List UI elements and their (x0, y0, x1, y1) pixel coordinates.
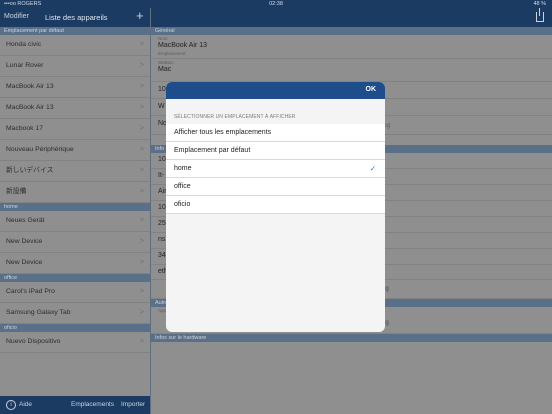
device-name: Honda civic (6, 41, 42, 48)
chevron-right-icon: > (139, 188, 144, 195)
ok-button[interactable]: OK (366, 86, 377, 93)
field-value: MacBook Air 13 (158, 42, 208, 49)
section-header-hardware: Infos sur le hardware (151, 334, 552, 342)
status-field[interactable]: Statistic Mac (151, 59, 552, 82)
left-navigation-bar: Modifier Liste des appareils + (0, 8, 150, 27)
section-header-oficio: oficio (0, 324, 150, 332)
device-name: Lunar Rover (6, 62, 44, 69)
chevron-right-icon: > (139, 83, 144, 90)
location-option[interactable]: oficio (166, 196, 385, 214)
device-name: Nuevo Dispositivo (6, 338, 61, 345)
chevron-right-icon: > (139, 288, 144, 295)
import-button[interactable]: Importer (121, 401, 145, 408)
chevron-right-icon: > (139, 238, 144, 245)
plus-icon[interactable]: + (136, 9, 144, 22)
chevron-right-icon: > (139, 167, 144, 174)
help-button[interactable]: Aide (19, 401, 32, 408)
device-name: Samsung Galaxy Tab (6, 309, 71, 316)
option-label: Afficher tous les emplacements (174, 129, 272, 136)
left-toolbar: i Aide Emplacements Importer (0, 396, 150, 414)
chevron-right-icon: > (139, 104, 144, 111)
device-list-title: Liste des appareils (45, 13, 108, 22)
location-picker-dialog: OK SÉLECTIONNER UN EMPLACEMENT À AFFICHE… (166, 82, 385, 332)
battery-level: 48 % (533, 1, 546, 7)
chevron-right-icon: > (139, 125, 144, 132)
list-item[interactable]: 新設備 > (0, 182, 150, 203)
list-item[interactable]: Neues Gerät > (0, 211, 150, 232)
chevron-right-icon: > (139, 338, 144, 345)
device-name: New Device (6, 238, 43, 245)
location-option-selected[interactable]: home ✓ (166, 160, 385, 178)
device-name: MacBook Air 13 (6, 83, 54, 90)
section-header-default: Emplacement par défaut (0, 27, 150, 35)
list-item[interactable]: Samsung Galaxy Tab > (0, 303, 150, 324)
chevron-right-icon: > (139, 259, 144, 266)
chevron-right-icon: > (139, 62, 144, 69)
share-icon[interactable] (536, 8, 544, 22)
section-header-office: office (0, 274, 150, 282)
device-list: Emplacement par défaut Honda civic > Luna… (0, 27, 150, 396)
detail-navigation-bar (151, 8, 552, 27)
name-field[interactable]: Nom MacBook Air 13 Emplacement (151, 35, 552, 59)
device-name: Macbook 17 (6, 125, 44, 132)
clock: 02:38 (269, 1, 283, 7)
info-icon[interactable]: i (6, 400, 16, 410)
list-item[interactable]: Carol's iPad Pro > (0, 282, 150, 303)
device-name: New Device (6, 259, 43, 266)
section-header-general: Général (151, 27, 552, 35)
option-label: home (174, 165, 192, 172)
list-item[interactable]: New Device > (0, 232, 150, 253)
option-label: office (174, 183, 191, 190)
list-item[interactable]: MacBook Air 13 > (0, 77, 150, 98)
device-name: 新設備 (6, 188, 27, 195)
list-item[interactable]: 新しいデバイス > (0, 161, 150, 182)
chevron-right-icon: > (139, 146, 144, 153)
list-item[interactable]: MacBook Air 13 > (0, 98, 150, 119)
list-item[interactable]: Honda civic > (0, 35, 150, 56)
chevron-right-icon: > (139, 41, 144, 48)
list-item[interactable]: Nouveau Périphérique > (0, 140, 150, 161)
list-item[interactable]: Lunar Rover > (0, 56, 150, 77)
dialog-hint: SÉLECTIONNER UN EMPLACEMENT À AFFICHER (174, 114, 296, 120)
chevron-right-icon: > (139, 217, 144, 224)
field-sublabel: Emplacement (158, 51, 186, 56)
option-label: Emplacement par défaut (174, 147, 251, 154)
device-name: Nouveau Périphérique (6, 146, 74, 153)
section-header-home: home (0, 203, 150, 211)
option-label: oficio (174, 201, 191, 208)
status-bar: •••oo ROGERS 02:38 48 % (0, 0, 552, 8)
dialog-header: OK (166, 82, 385, 99)
device-name: Neues Gerät (6, 217, 45, 224)
location-option[interactable]: Emplacement par défaut (166, 142, 385, 160)
list-item[interactable]: New Device > (0, 253, 150, 274)
list-item[interactable]: Nuevo Dispositivo > (0, 332, 150, 353)
location-option[interactable]: office (166, 178, 385, 196)
list-item[interactable]: Macbook 17 > (0, 119, 150, 140)
device-name: 新しいデバイス (6, 167, 54, 174)
checkmark-icon: ✓ (369, 164, 376, 173)
edit-button[interactable]: Modifier (4, 13, 29, 20)
location-option[interactable]: Afficher tous les emplacements (166, 124, 385, 142)
field-value: Mac (158, 66, 172, 73)
locations-button[interactable]: Emplacements (71, 401, 114, 408)
device-name: Carol's iPad Pro (6, 288, 55, 295)
device-name: MacBook Air 13 (6, 104, 54, 111)
chevron-right-icon: > (139, 309, 144, 316)
